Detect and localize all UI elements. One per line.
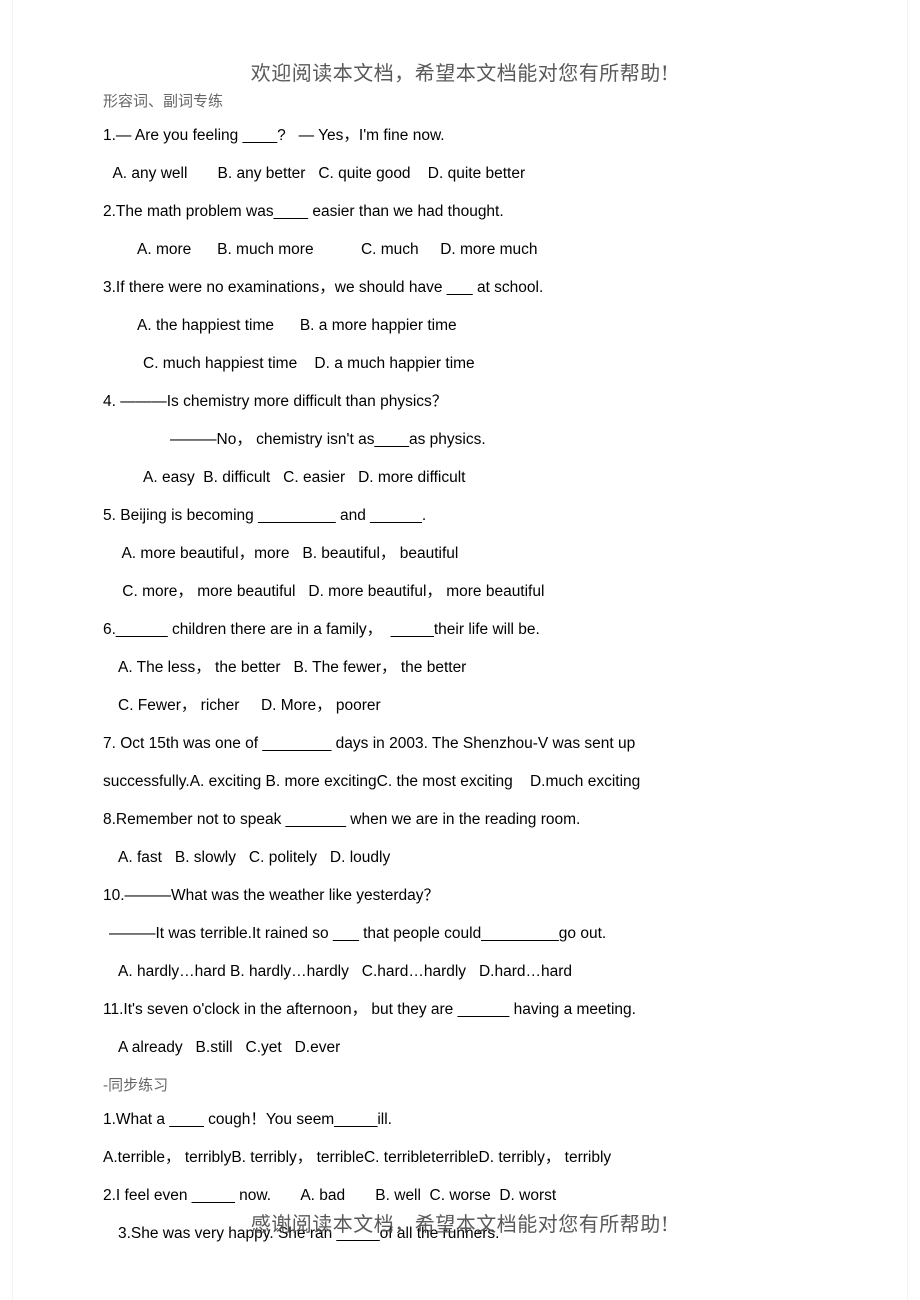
p2-q1-stem: 1.What a ____ cough！You seem_____ill. xyxy=(103,1111,392,1128)
text-line-row: C. more， more beautiful D. more beautifu… xyxy=(0,584,920,622)
q3-options-ab: A. the happiest time B. a more happier t… xyxy=(137,317,457,334)
q10-options: A. hardly…hard B. hardly…hardly C.hard…h… xyxy=(118,963,573,980)
header-banner: 欢迎阅读本文档，希望本文档能对您有所帮助! xyxy=(250,61,670,85)
q2-stem: 2.The math problem was____ easier than w… xyxy=(103,203,504,220)
document-page: 欢迎阅读本文档，希望本文档能对您有所帮助! 形容词、副词专练 1.— Are y… xyxy=(0,0,920,1300)
q11-options: A already B.still C.yet D.ever xyxy=(118,1039,341,1056)
text-line-row: 5. Beijing is becoming _________ and ___… xyxy=(0,508,920,546)
exercise-list-part1: 1.— Are you feeling ____? — Yes，I'm fine… xyxy=(0,128,920,1078)
text-line-row: A. more beautiful，more B. beautiful， bea… xyxy=(0,546,920,584)
q7-options: successfully.A. exciting B. more excitin… xyxy=(103,773,641,790)
q3-stem: 3.If there were no examinations，we shoul… xyxy=(103,279,544,296)
q6-stem: 6.______ children there are in a family，… xyxy=(103,621,540,638)
text-line-row: A already B.still C.yet D.ever xyxy=(0,1040,920,1078)
q10-stem-b: ———It was terrible.It rained so ___ that… xyxy=(109,925,607,942)
q5-options-cd: C. more， more beautiful D. more beautifu… xyxy=(118,583,545,600)
q6-options-cd: C. Fewer， richer D. More， poorer xyxy=(118,697,381,714)
text-line-row: 10.———What was the weather like yesterda… xyxy=(0,888,920,926)
text-line-row: A. The less， the better B. The fewer， th… xyxy=(0,660,920,698)
q7-stem: 7. Oct 15th was one of ________ days in … xyxy=(103,735,636,752)
q11-stem: 11.It's seven o'clock in the afternoon， … xyxy=(103,1001,636,1018)
text-line-row: ———It was terrible.It rained so ___ that… xyxy=(0,926,920,964)
text-line-row: 4. ———Is chemistry more difficult than p… xyxy=(0,394,920,432)
text-line-row: 6.______ children there are in a family，… xyxy=(0,622,920,660)
text-line-row: 1.What a ____ cough！You seem_____ill. xyxy=(0,1112,920,1150)
text-line-row: A. fast B. slowly C. politely D. loudly xyxy=(0,850,920,888)
p2-q2: 2.I feel even _____ now. A. bad B. well … xyxy=(103,1187,557,1204)
section-heading-1-text: 形容词、副词专练 xyxy=(103,92,224,110)
text-line-row: 11.It's seven o'clock in the afternoon， … xyxy=(0,1002,920,1040)
q1-stem: 1.— Are you feeling ____? — Yes，I'm fine… xyxy=(103,127,445,144)
q2-options: A. more B. much more C. much D. more muc… xyxy=(137,241,538,258)
document-body: 形容词、副词专练 1.— Are you feeling ____? — Yes… xyxy=(0,94,920,1264)
q4-stem: 4. ———Is chemistry more difficult than p… xyxy=(103,393,448,410)
q5-options-ab: A. more beautiful，more B. beautiful， bea… xyxy=(118,545,459,562)
q8-stem: 8.Remember not to speak _______ when we … xyxy=(103,811,581,828)
section-heading-adjectives-adverbs: 形容词、副词专练 xyxy=(0,94,920,128)
text-line-row: 8.Remember not to speak _______ when we … xyxy=(0,812,920,850)
text-line-row: A. any well B. any better C. quite good … xyxy=(0,166,920,204)
footer-banner: 感谢阅读本文档，希望本文档能对您有所帮助! xyxy=(250,1212,670,1236)
text-line-row: successfully.A. exciting B. more excitin… xyxy=(0,774,920,812)
section-heading-synchronous-practice: -同步练习 xyxy=(0,1078,920,1112)
text-line-row: A. easy B. difficult C. easier D. more d… xyxy=(0,470,920,508)
text-line-row: A. hardly…hard B. hardly…hardly C.hard…h… xyxy=(0,964,920,1002)
q3-options-cd: C. much happiest time D. a much happier … xyxy=(143,355,475,372)
text-line-row: C. Fewer， richer D. More， poorer xyxy=(0,698,920,736)
text-line-row: ———No， chemistry isn't as____as physics. xyxy=(0,432,920,470)
q10-stem: 10.———What was the weather like yesterda… xyxy=(103,887,439,904)
section-heading-2-text: -同步练习 xyxy=(103,1076,169,1094)
text-line-row: 7. Oct 15th was one of ________ days in … xyxy=(0,736,920,774)
q4-stem-b: ———No， chemistry isn't as____as physics. xyxy=(170,431,486,448)
text-line-row: 3.If there were no examinations，we shoul… xyxy=(0,280,920,318)
text-line-row: A. more B. much more C. much D. more muc… xyxy=(0,242,920,280)
text-line-row: A. the happiest time B. a more happier t… xyxy=(0,318,920,356)
text-line-row: A.terrible， terriblyB. terribly， terribl… xyxy=(0,1150,920,1188)
q1-options: A. any well B. any better C. quite good … xyxy=(109,165,526,182)
p2-q1-options: A.terrible， terriblyB. terribly， terribl… xyxy=(103,1149,612,1166)
text-line-row: 1.— Are you feeling ____? — Yes，I'm fine… xyxy=(0,128,920,166)
q8-options: A. fast B. slowly C. politely D. loudly xyxy=(118,849,391,866)
q5-stem: 5. Beijing is becoming _________ and ___… xyxy=(103,507,427,524)
q6-options-ab: A. The less， the better B. The fewer， th… xyxy=(118,659,467,676)
q4-options: A. easy B. difficult C. easier D. more d… xyxy=(143,469,466,486)
text-line-row: 2.The math problem was____ easier than w… xyxy=(0,204,920,242)
text-line-row: C. much happiest time D. a much happier … xyxy=(0,356,920,394)
exercise-list-part2: 1.What a ____ cough！You seem_____ill. A.t… xyxy=(0,1112,920,1264)
